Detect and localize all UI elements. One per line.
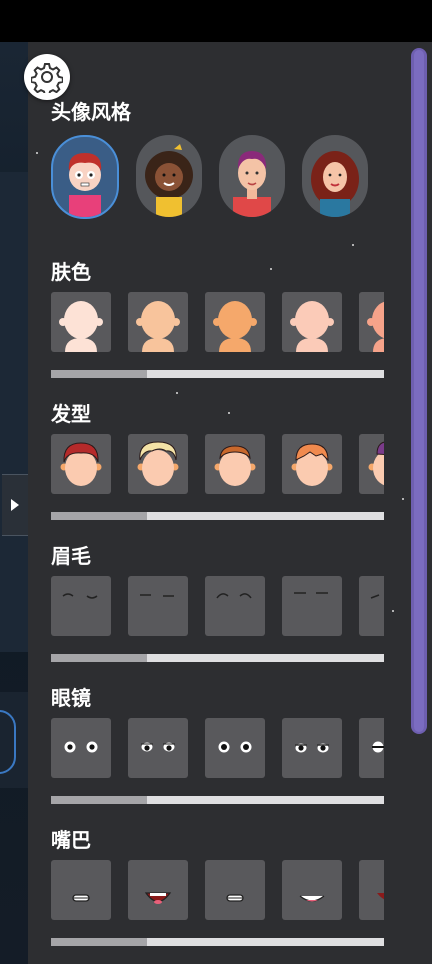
hairstyle-face-icon [368, 441, 384, 486]
eyebrow-arched-icon [216, 593, 252, 599]
man-avatar [233, 151, 271, 217]
mouth-teeth-icon [72, 894, 90, 902]
skin-face-icon [367, 301, 384, 352]
mouth-option[interactable] [128, 860, 188, 920]
woman-avatar [145, 144, 193, 217]
avatar-style-option-cartoon-boy[interactable] [51, 135, 119, 219]
glasses-scrollbar[interactable] [51, 796, 384, 804]
section-title-hairstyle: 发型 [51, 402, 91, 426]
woman-redhair-avatar [311, 151, 359, 217]
eyebrow-straight-icon [294, 592, 328, 594]
skin-color-option[interactable] [128, 292, 188, 352]
star-dot [352, 244, 354, 246]
eyebrow-scrollbar-thumb[interactable] [51, 654, 147, 662]
glasses-scrollbar-thumb[interactable] [51, 796, 147, 804]
triangle-right-icon [11, 499, 19, 511]
eyes-option[interactable] [205, 718, 265, 778]
section-title-eyebrows: 眉毛 [51, 544, 91, 568]
star-dot [228, 412, 230, 414]
hairstyle-scrollbar[interactable] [51, 512, 384, 520]
mouth-option[interactable] [359, 860, 384, 920]
eyebrow-options [51, 576, 384, 638]
mouth-laugh-icon [144, 892, 172, 904]
hairstyle-option[interactable] [359, 434, 384, 494]
avatar-style-row [51, 135, 368, 219]
eyes-squint-icon [372, 741, 384, 753]
eyebrow-scrollbar[interactable] [51, 654, 384, 662]
background-card [0, 172, 30, 652]
skin-color-option[interactable] [205, 292, 265, 352]
status-bar [0, 0, 432, 42]
avatar-style-option-woman-curly[interactable] [136, 135, 202, 217]
hairstyle-options [51, 434, 384, 496]
star-dot [402, 498, 404, 500]
eyes-option[interactable] [282, 718, 342, 778]
hairstyle-face-icon [137, 441, 179, 486]
skin-color-option[interactable] [51, 292, 111, 352]
background-avatar-ring [0, 710, 16, 774]
eyes-wide-icon [218, 741, 252, 753]
mouth-scrollbar[interactable] [51, 938, 384, 946]
eyes-option[interactable] [359, 718, 384, 778]
mouth-smile-icon [299, 895, 325, 902]
section-title-avatar-style: 头像风格 [51, 100, 131, 124]
eyebrow-option[interactable] [51, 576, 111, 636]
vertical-scrollbar-thumb-inner [414, 50, 424, 732]
star-dot [36, 152, 38, 154]
hairstyle-scrollbar-thumb[interactable] [51, 512, 147, 520]
skin-face-icon [290, 301, 334, 352]
eyes-option[interactable] [128, 718, 188, 778]
mouth-options [51, 860, 384, 922]
mouth-scrollbar-thumb[interactable] [51, 938, 147, 946]
hairstyle-option[interactable] [51, 434, 111, 494]
star-dot [270, 268, 272, 270]
mouth-open-icon [377, 893, 384, 900]
hairstyle-face-icon [214, 445, 256, 486]
skin-color-options [51, 292, 384, 354]
eyebrow-option[interactable] [128, 576, 188, 636]
eyebrow-curved-icon [62, 593, 98, 599]
section-title-skin-color: 肤色 [51, 260, 91, 284]
avatar-style-option-woman-redhair[interactable] [302, 135, 368, 217]
eyebrow-slanted-icon [370, 594, 380, 599]
mouth-option[interactable] [51, 860, 111, 920]
skin-face-icon [136, 301, 180, 352]
cartoon-boy-avatar [68, 153, 102, 217]
skin-color-scrollbar[interactable] [51, 370, 384, 378]
eyes-round-icon [64, 741, 98, 753]
panel-toggle-button[interactable] [2, 474, 29, 536]
eyebrow-option[interactable] [359, 576, 384, 636]
skin-face-icon [59, 301, 103, 352]
avatar-style-option-man[interactable] [219, 135, 285, 217]
skin-color-option[interactable] [359, 292, 384, 352]
section-title-glasses: 眼镜 [51, 686, 91, 710]
eyes-sleepy-icon [141, 742, 175, 752]
eyebrow-option[interactable] [282, 576, 342, 636]
eyes-halfclosed-icon [295, 743, 329, 753]
hairstyle-option[interactable] [205, 434, 265, 494]
settings-button[interactable] [24, 54, 70, 100]
skin-face-icon [213, 301, 257, 352]
mouth-option[interactable] [282, 860, 342, 920]
eyebrow-option[interactable] [205, 576, 265, 636]
hairstyle-face-icon [291, 443, 333, 486]
star-dot [392, 610, 394, 612]
section-title-mouth: 嘴巴 [51, 828, 91, 852]
gear-icon [31, 63, 63, 93]
hairstyle-option[interactable] [282, 434, 342, 494]
mouth-grin-icon [226, 894, 244, 902]
eyebrow-flat-icon [140, 594, 174, 597]
hairstyle-face-icon [60, 442, 102, 486]
glasses-options [51, 718, 384, 780]
skin-color-scrollbar-thumb[interactable] [51, 370, 147, 378]
star-dot [176, 392, 178, 394]
mouth-option[interactable] [205, 860, 265, 920]
hairstyle-option[interactable] [128, 434, 188, 494]
skin-color-option[interactable] [282, 292, 342, 352]
eyes-option[interactable] [51, 718, 111, 778]
